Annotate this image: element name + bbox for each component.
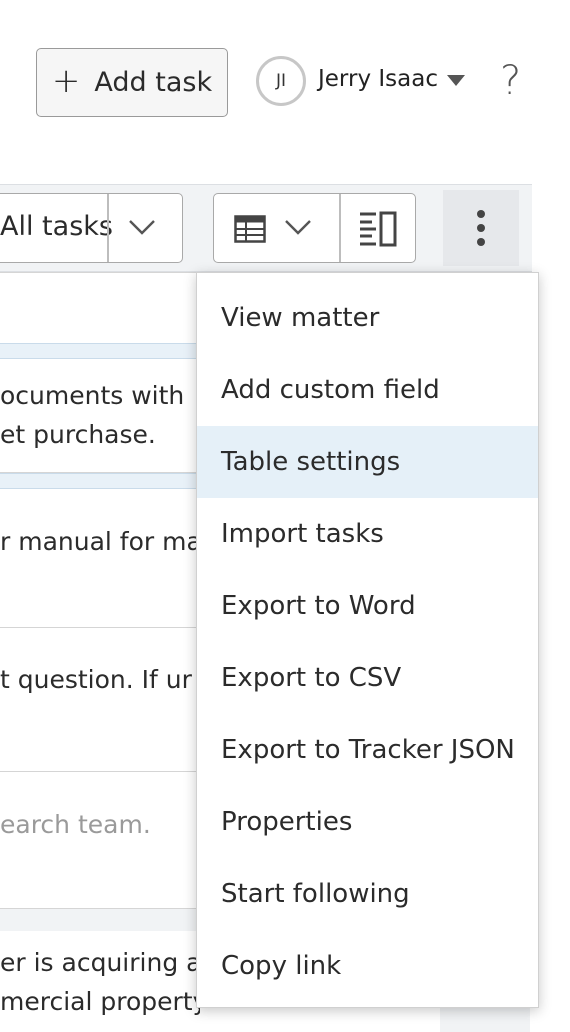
add-task-button[interactable]: + Add task	[36, 48, 228, 117]
table-cell-placeholder[interactable]: earch team.	[0, 810, 200, 839]
menu-item-view-matter[interactable]: View matter	[197, 282, 538, 354]
menu-item-export-tracker-json[interactable]: Export to Tracker JSON	[197, 714, 538, 786]
side-panel-icon[interactable]	[358, 211, 398, 247]
table-cell[interactable]: ocuments with	[0, 381, 200, 410]
avatar[interactable]: JI	[256, 56, 306, 106]
kebab-dot-icon	[477, 210, 485, 218]
table-side-column	[440, 1008, 530, 1032]
row-divider	[0, 627, 200, 628]
divider	[107, 194, 109, 262]
table-cell[interactable]: r manual for ma	[0, 527, 200, 556]
table-cell[interactable]: mercial property.	[0, 987, 200, 1016]
table-cell[interactable]: et purchase.	[0, 420, 200, 449]
table-row-band	[0, 473, 200, 489]
help-icon[interactable]: ?	[500, 58, 521, 104]
menu-item-add-custom-field[interactable]: Add custom field	[197, 354, 538, 426]
more-options-button[interactable]	[443, 190, 519, 266]
table-cell[interactable]: t question. If ur	[0, 665, 200, 694]
table-row-band	[0, 343, 200, 359]
add-task-label: Add task	[94, 67, 213, 98]
table-view-icon[interactable]	[234, 215, 266, 243]
chevron-down-icon[interactable]	[284, 218, 312, 236]
kebab-dot-icon	[477, 224, 485, 232]
plus-icon: +	[51, 61, 81, 101]
menu-item-import-tasks[interactable]: Import tasks	[197, 498, 538, 570]
table-border	[0, 272, 200, 273]
menu-item-export-word[interactable]: Export to Word	[197, 570, 538, 642]
divider	[339, 194, 341, 262]
menu-item-export-csv[interactable]: Export to CSV	[197, 642, 538, 714]
filter-label[interactable]: All tasks	[0, 211, 113, 242]
more-options-menu: View matter Add custom field Table setti…	[196, 272, 539, 1008]
avatar-initials: JI	[275, 71, 287, 91]
menu-item-table-settings[interactable]: Table settings	[197, 426, 538, 498]
menu-item-properties[interactable]: Properties	[197, 786, 538, 858]
row-gap	[0, 909, 200, 931]
table-cell[interactable]: er is acquiring a	[0, 948, 200, 977]
menu-item-copy-link[interactable]: Copy link	[197, 930, 538, 1002]
user-name[interactable]: Jerry Isaac	[318, 66, 438, 92]
row-divider	[0, 771, 200, 772]
caret-down-icon[interactable]	[446, 74, 466, 88]
chevron-down-icon[interactable]	[128, 218, 156, 236]
kebab-dot-icon	[477, 238, 485, 246]
menu-item-start-following[interactable]: Start following	[197, 858, 538, 930]
